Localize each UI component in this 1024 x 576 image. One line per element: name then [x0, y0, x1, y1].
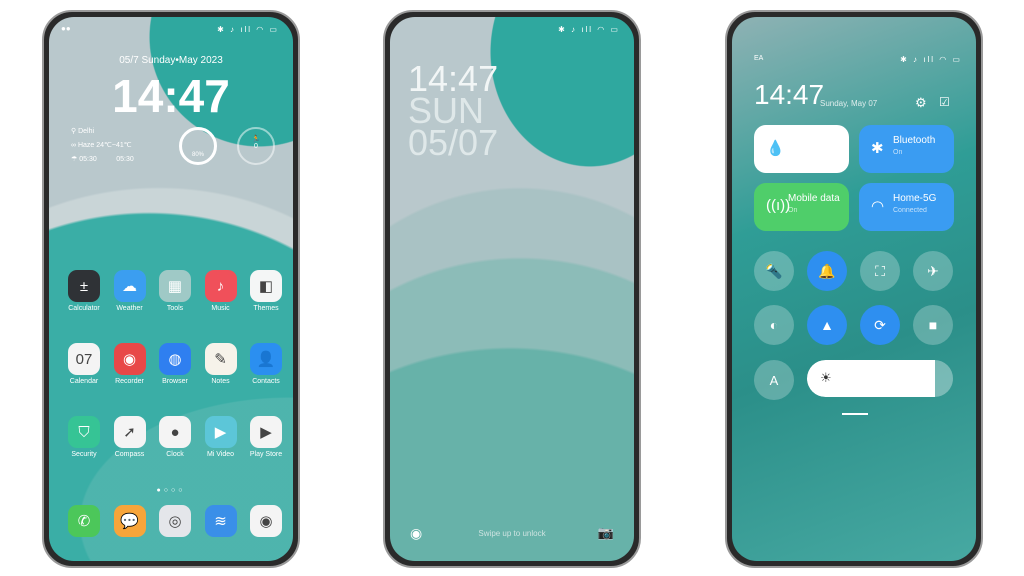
home-screen: ●● ✱ ♪ ıll ◠ ▭ 05/7 Sunday•May 2023 14:4… — [49, 17, 293, 561]
app-music[interactable]: ♪ Music — [198, 270, 244, 312]
app-browser[interactable]: ◍ Browser — [152, 343, 198, 385]
tile-wifi[interactable]: ◠ Home-5G Connected — [859, 183, 954, 231]
sunrise-icon: ☂ — [71, 156, 80, 163]
toggle-screen-record[interactable]: ■ — [913, 305, 953, 345]
notification-icons: ●● — [61, 24, 71, 33]
auto-brightness-button[interactable]: A — [754, 360, 794, 400]
drag-handle[interactable] — [842, 413, 868, 415]
dock-phone[interactable]: ✆ — [61, 505, 107, 540]
recorder-icon: ◉ — [113, 343, 146, 375]
calendar-icon: 07 — [68, 343, 100, 375]
running-icon: 🏃 — [251, 136, 261, 143]
carrier: EA — [754, 55, 764, 62]
control-center: EA ✱ ♪ ıll ◠ ▭ 14:47 Sunday, May 07 ⚙ ☑ … — [732, 17, 976, 561]
toggle-airplane[interactable]: ✈ — [913, 251, 953, 291]
music-icon: ♪ — [204, 270, 237, 302]
themes-icon: ◧ — [250, 270, 282, 302]
dock-camera[interactable]: ◉ — [243, 505, 289, 540]
airplane-icon: ✈ — [927, 262, 939, 279]
toggle-rotation-lock[interactable]: ⟳ — [860, 305, 900, 345]
toggle-location[interactable]: ▲ — [807, 305, 847, 345]
status-bar: ✱ ♪ ıll ◠ ▭ — [217, 25, 279, 34]
app-clock[interactable]: ● Clock — [152, 416, 198, 458]
cc-time: 14:47 — [754, 79, 825, 110]
tile-bluetooth[interactable]: ✱ Bluetooth On — [859, 125, 954, 173]
tile-mobile-data[interactable]: ((ı)) Mobile data On — [754, 183, 849, 231]
video-icon: ▶ — [204, 416, 237, 448]
app-notes[interactable]: ✎ Notes — [198, 343, 244, 385]
toggle-bell[interactable]: 🔔 — [807, 251, 847, 291]
app-contacts[interactable]: 👤 Contacts — [243, 343, 289, 385]
app-recorder[interactable]: ◉ Recorder — [107, 343, 153, 385]
bell-icon: 🔔 — [818, 262, 836, 279]
battery-widget[interactable]: 80% — [179, 127, 217, 165]
app-weather[interactable]: ☁ Weather — [107, 270, 153, 312]
tile-water-drop[interactable]: 💧 — [754, 125, 849, 173]
dock-messages[interactable]: 💬 — [107, 505, 153, 540]
weather-widget[interactable]: ⚲ Delhi ∞ Haze 24℃~41℃ ☂ 05:30 05:30 — [71, 125, 134, 167]
app-tools[interactable]: ▦ Tools — [152, 270, 198, 312]
water-drop-icon: 💧 — [766, 140, 785, 157]
screenshot-icon: ⛶ — [875, 262, 885, 279]
play-store-icon: ▶ — [250, 416, 282, 448]
dock-settings[interactable]: ◎ — [152, 505, 198, 540]
haze-icon: ∞ — [71, 142, 78, 149]
lock-screen: ✱ ♪ ıll ◠ ▭ 14:47 SUN 05/07 ◉ Swipe up t… — [390, 17, 634, 561]
clock-time[interactable]: 14:47 — [49, 69, 293, 123]
toggle-flashlight[interactable]: 🔦 — [754, 251, 794, 291]
messages-icon: 💬 — [113, 505, 146, 537]
weather-icon: ☁ — [113, 270, 146, 302]
dark-mode-icon: ◐ — [769, 317, 779, 333]
security-icon: ⛉ — [68, 416, 100, 448]
app-calculator[interactable]: ± Calculator — [61, 270, 107, 312]
screen-record-icon: ■ — [928, 317, 938, 333]
steps-widget[interactable]: 🏃 0 — [237, 127, 275, 165]
wifi-icon: ◠ — [871, 198, 885, 215]
phone-icon: ✆ — [68, 505, 100, 537]
status-bar: ✱ ♪ ıll ◠ ▭ — [558, 25, 620, 34]
app-security[interactable]: ⛉ Security — [61, 416, 107, 458]
mobile-data-icon: ((ı)) — [766, 197, 791, 214]
contacts-icon: 👤 — [250, 343, 282, 375]
app-play-store[interactable]: ▶ Play Store — [243, 416, 289, 458]
camera-shortcut-icon[interactable]: 📷 — [598, 525, 614, 541]
settings-icon[interactable]: ⚙ — [915, 95, 927, 111]
notes-icon: ✎ — [204, 343, 237, 375]
toggle-dark-mode[interactable]: ◐ — [754, 305, 794, 345]
camera-icon: ◉ — [250, 505, 282, 537]
settings-icon: ◎ — [159, 505, 191, 537]
calculator-icon: ± — [68, 270, 100, 302]
location-icon: ▲ — [820, 317, 834, 333]
dock-gallery[interactable]: ≋ — [198, 505, 244, 540]
toggle-screenshot[interactable]: ⛶ — [860, 251, 900, 291]
cc-date: Sunday, May 07 — [820, 99, 878, 108]
control-center-phone: EA ✱ ♪ ıll ◠ ▭ 14:47 Sunday, May 07 ⚙ ☑ … — [725, 10, 983, 568]
edit-icon[interactable]: ☑ — [939, 95, 950, 109]
gallery-icon: ≋ — [204, 505, 237, 537]
sun-icon: ☀ — [820, 370, 832, 385]
tools-folder-icon: ▦ — [159, 270, 191, 302]
bluetooth-icon: ✱ — [871, 140, 884, 157]
app-themes[interactable]: ◧ Themes — [243, 270, 289, 312]
flashlight-icon: 🔦 — [765, 262, 783, 279]
app-mi-video[interactable]: ▶ Mi Video — [198, 416, 244, 458]
app-calendar[interactable]: 07 Calendar — [61, 343, 107, 385]
lock-clock: 14:47 SUN 05/07 — [408, 58, 499, 163]
rotation-lock-icon: ⟳ — [874, 316, 886, 333]
clock-icon: ● — [159, 416, 191, 448]
lock-screen-phone: ✱ ♪ ıll ◠ ▭ 14:47 SUN 05/07 ◉ Swipe up t… — [383, 10, 641, 568]
compass-icon: ➚ — [113, 416, 146, 448]
app-compass[interactable]: ➚ Compass — [107, 416, 153, 458]
page-indicator[interactable]: ●○○○ — [49, 487, 293, 494]
browser-icon: ◍ — [159, 343, 191, 375]
brightness-slider[interactable]: ☀ — [807, 360, 953, 397]
date-text: 05/7 Sunday•May 2023 — [119, 55, 223, 66]
status-bar: ✱ ♪ ıll ◠ ▭ — [900, 55, 962, 64]
home-screen-phone: ●● ✱ ♪ ıll ◠ ▭ 05/7 Sunday•May 2023 14:4… — [42, 10, 300, 568]
